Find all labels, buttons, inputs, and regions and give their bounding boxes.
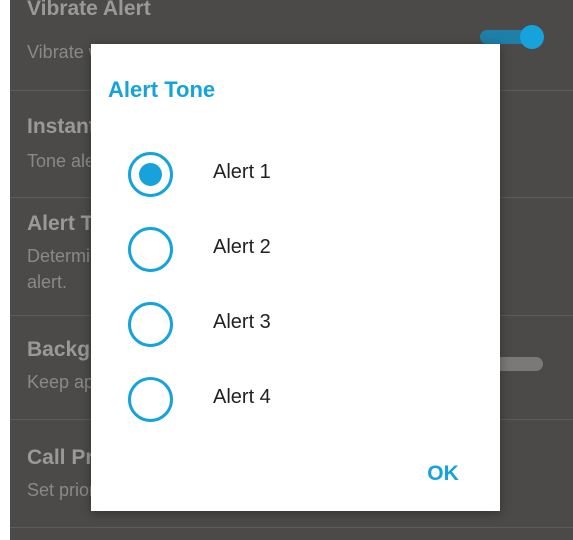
radio-button-icon[interactable] <box>128 377 173 422</box>
ok-button[interactable]: OK <box>407 454 479 494</box>
dialog-title: Alert Tone <box>108 77 216 102</box>
radio-option-label[interactable]: Alert 2 <box>213 236 271 259</box>
radio-option-alert-2[interactable]: Alert 2 <box>124 222 484 282</box>
alert-tone-dialog: Alert Tone Alert 1 Alert 2 Alert 3 Alert… <box>91 44 500 511</box>
vibrate-switch-thumb[interactable] <box>520 25 544 49</box>
radio-option-alert-1[interactable]: Alert 1 <box>124 147 484 207</box>
radio-dot-icon <box>139 163 162 186</box>
settings-item-title: Vibrate Alert <box>27 0 151 20</box>
radio-button-icon[interactable] <box>128 227 173 272</box>
radio-option-label[interactable]: Alert 3 <box>213 311 271 334</box>
radio-button-selected-icon[interactable] <box>128 152 173 197</box>
settings-item-summary-line2: alert. <box>27 272 68 292</box>
radio-option-label[interactable]: Alert 4 <box>213 386 271 409</box>
radio-option-alert-3[interactable]: Alert 3 <box>124 297 484 357</box>
radio-button-icon[interactable] <box>128 302 173 347</box>
radio-option-alert-4[interactable]: Alert 4 <box>124 372 484 432</box>
radio-option-label[interactable]: Alert 1 <box>213 161 271 184</box>
